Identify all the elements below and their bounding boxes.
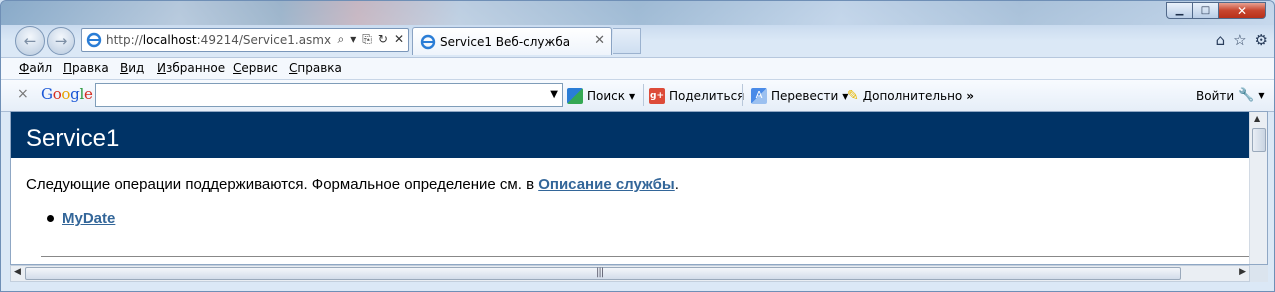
more-button[interactable]: ✎ Дополнительно» [847, 88, 974, 104]
service-description-link[interactable]: Описание службы [538, 176, 675, 193]
google-toolbar: × Google ▼ Поиск ▼ g+ Поделиться A Переве… [1, 79, 1274, 112]
operation-link-mydate[interactable]: MyDate [62, 210, 115, 227]
tab-label: Service1 Веб-служба [440, 35, 571, 49]
wrench-icon: 🔧 [1238, 88, 1255, 103]
title-band [1, 1, 1274, 25]
chevron-down-icon: ▼ [1258, 91, 1265, 100]
menu-favorites[interactable]: Избранное [157, 61, 225, 75]
maximize-button[interactable]: □ [1193, 2, 1219, 19]
scroll-up-icon[interactable]: ▲ [1254, 114, 1260, 123]
horizontal-scrollbar[interactable]: ◀ ||| ▶ [10, 265, 1250, 282]
search-dropdown-icon[interactable]: ▼ [550, 89, 558, 100]
double-chevron-icon: » [966, 89, 975, 103]
share-button[interactable]: g+ Поделиться [649, 88, 744, 104]
highlighter-icon: ✎ [847, 88, 859, 104]
chevron-down-icon: ▼ [629, 91, 636, 101]
new-tab-button[interactable] [613, 28, 641, 54]
menu-bar: Файл Правка Вид Избранное Сервис Справка [1, 57, 1274, 80]
dropdown-icon[interactable]: ▾ [350, 32, 356, 47]
google-plus-icon: g+ [649, 88, 665, 104]
gear-icon[interactable]: ⚙ [1255, 31, 1268, 49]
divider [41, 256, 1251, 257]
menu-view[interactable]: Вид [120, 61, 144, 75]
tab-service1[interactable]: Service1 Веб-служба ✕ [412, 27, 612, 55]
back-button[interactable]: ← [15, 26, 45, 56]
scroll-corner [1250, 265, 1268, 282]
refresh-icon[interactable]: ↻ [378, 32, 388, 47]
forward-button[interactable]: → [47, 27, 75, 55]
translate-button[interactable]: A Перевести ▼ [751, 88, 848, 104]
stop-icon[interactable]: ✕ [394, 32, 404, 47]
page-content: Service1 Следующие операции поддерживают… [10, 111, 1268, 265]
minimize-button[interactable]: ▁ [1166, 2, 1193, 19]
magnifier-icon[interactable]: ⌕ [338, 32, 345, 47]
scroll-right-icon[interactable]: ▶ [1239, 267, 1246, 277]
operation-list-item: MyDate [47, 210, 115, 227]
menu-tools[interactable]: Сервис [233, 61, 278, 75]
horizontal-scroll-thumb[interactable]: ||| [25, 267, 1181, 280]
toolbar-close-icon[interactable]: × [17, 86, 29, 102]
ie-tab-icon [420, 34, 436, 50]
translate-icon: A [751, 88, 767, 104]
forward-arrow-icon: → [54, 32, 68, 50]
intro-text: Следующие операции поддерживаются. Форма… [26, 176, 679, 193]
back-arrow-icon: ← [23, 32, 37, 50]
scroll-left-icon[interactable]: ◀ [14, 267, 21, 277]
url-text[interactable]: http://localhost:49214/Service1.asmx [106, 33, 331, 47]
home-icon[interactable]: ⌂ [1216, 31, 1226, 49]
menu-file[interactable]: Файл [19, 61, 52, 75]
address-bar[interactable]: http://localhost:49214/Service1.asmx ⌕ ▾… [81, 28, 409, 52]
signin-button[interactable]: Войти 🔧 ▼ [1196, 88, 1265, 103]
vertical-scrollbar[interactable]: ▲ [1249, 112, 1267, 264]
search-button[interactable]: Поиск ▼ [567, 88, 635, 104]
page-title: Service1 [26, 125, 120, 152]
menu-edit[interactable]: Правка [63, 61, 109, 75]
page-header: Service1 [11, 112, 1251, 158]
bullet [47, 215, 54, 222]
google-logo: Google [41, 85, 93, 103]
address-tools: ⌕ ▾ ⎘ ↻ ✕ [338, 32, 405, 47]
toolbar-separator [742, 84, 743, 106]
grip-icon: ||| [596, 267, 604, 278]
browser-right-icons: ⌂ ☆ ⚙ [1216, 31, 1268, 49]
tab-close-icon[interactable]: ✕ [594, 33, 605, 48]
browser-window: ▁ □ ✕ ← → http://localhost:49214/Service… [0, 0, 1275, 292]
window-controls: ▁ □ ✕ [1166, 2, 1266, 19]
menu-help[interactable]: Справка [289, 61, 342, 75]
favorites-star-icon[interactable]: ☆ [1233, 31, 1246, 49]
toolbar-separator [643, 84, 644, 106]
close-button[interactable]: ✕ [1219, 2, 1266, 19]
ie-page-icon [86, 32, 102, 48]
vertical-scroll-thumb[interactable] [1252, 128, 1266, 152]
google-search-input[interactable]: ▼ [95, 83, 563, 107]
compat-icon[interactable]: ⎘ [362, 32, 372, 47]
google-search-icon [567, 88, 583, 104]
navigation-row: ← → http://localhost:49214/Service1.asmx… [1, 23, 1274, 57]
